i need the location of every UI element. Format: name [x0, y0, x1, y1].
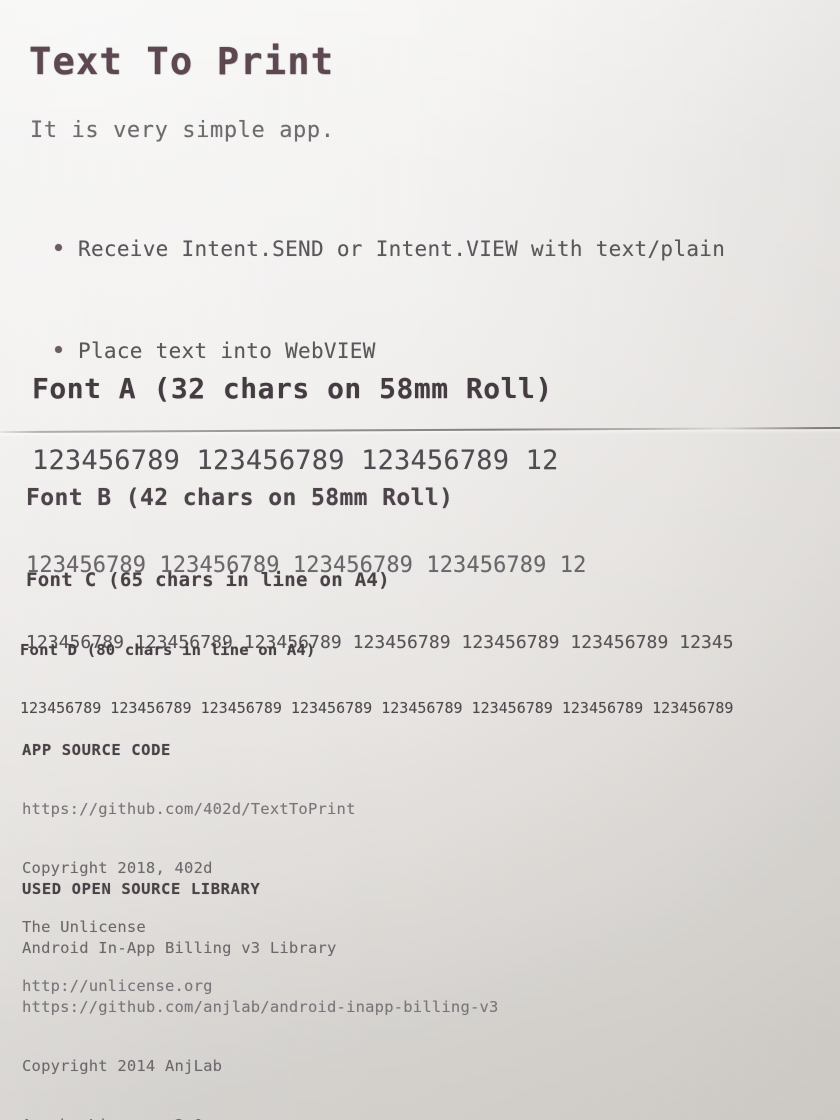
font-sample-heading: Font D (80 chars in line on A4) [20, 641, 316, 659]
page-title: Text To Print [29, 40, 335, 83]
page-subtitle: It is very simple app. [30, 118, 335, 143]
list-item-label: Receive Intent.SEND or Intent.VIEW with … [78, 237, 726, 261]
library-heading: USED OPEN SOURCE LIBRARY [22, 880, 261, 898]
font-sample-heading: Font A (32 chars on 58mm Roll) [32, 372, 553, 405]
printed-page-photo: Text To Print It is very simple app. Rec… [0, 0, 840, 1120]
app-source-heading: APP SOURCE CODE [22, 741, 171, 759]
library-name: Android In-App Billing v3 Library [22, 939, 337, 957]
bullet-dot-icon [55, 244, 62, 251]
list-item: Receive Intent.SEND or Intent.VIEW with … [55, 236, 725, 262]
library-copyright: Copyright 2014 AnjLab [22, 1057, 223, 1075]
font-sample-heading: Font B (42 chars on 58mm Roll) [26, 485, 454, 511]
open-source-library-block: USED OPEN SOURCE LIBRARY Android In-App … [22, 841, 499, 1120]
app-source-url: https://github.com/402d/TextToPrint [22, 800, 356, 818]
font-sample-heading: Font C (65 chars in line on A4) [26, 569, 390, 591]
library-url: https://github.com/anjlab/android-inapp-… [22, 998, 499, 1016]
library-license: Apache License, 2.0 [22, 1115, 499, 1120]
